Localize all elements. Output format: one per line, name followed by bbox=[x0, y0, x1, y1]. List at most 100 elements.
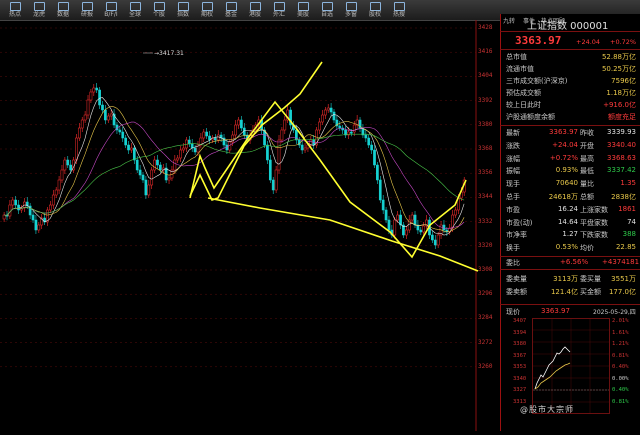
candle-body bbox=[283, 119, 287, 131]
detail-value: +0.72% bbox=[549, 153, 578, 162]
detail-label: 均价 bbox=[580, 244, 594, 253]
index-icon bbox=[105, 2, 117, 11]
toolbar-button-8[interactable]: 期权 bbox=[196, 1, 218, 19]
mini-pct-tick: 0.40% bbox=[612, 364, 629, 370]
candle-body bbox=[413, 214, 417, 226]
summary-label: 较上日此时 bbox=[506, 101, 541, 109]
detail-label: 振幅 bbox=[506, 167, 520, 176]
toolbar-button-3[interactable]: 研报 bbox=[76, 1, 98, 19]
detail-value: 3339.93 bbox=[607, 128, 636, 136]
toolbar-label: 外汇 bbox=[272, 11, 285, 18]
toolbar-button-6[interactable]: 个股 bbox=[148, 1, 170, 19]
price-change: +24.04 bbox=[576, 38, 601, 46]
candle-body bbox=[57, 179, 61, 191]
toolbar-button-16[interactable]: 热搜 bbox=[388, 1, 410, 19]
summary-value: 52.88万亿 bbox=[601, 53, 636, 61]
y-tick-label: 3416 bbox=[478, 48, 493, 56]
toolbar-button-9[interactable]: 基金 bbox=[220, 1, 242, 19]
candle-body bbox=[104, 109, 107, 121]
mini-pct-tick: 0.81% bbox=[612, 398, 629, 405]
price-change-pct: +0.72% bbox=[610, 38, 637, 46]
candle-body bbox=[208, 135, 211, 141]
toolbar-button-1[interactable]: 龙虎 bbox=[28, 1, 50, 19]
mini-pct-tick: 2.01% bbox=[612, 318, 629, 324]
toolbar-button-0[interactable]: 热点 bbox=[4, 1, 26, 19]
mini-y-tick: 3367 bbox=[513, 352, 527, 359]
kline-svg[interactable]: →3417.31 bbox=[0, 20, 500, 431]
candle-body bbox=[118, 129, 122, 133]
toolbar-button-15[interactable]: 股权 bbox=[364, 1, 386, 19]
summary-label: 预估成交额 bbox=[506, 89, 541, 97]
toolbar-label: 热搜 bbox=[392, 11, 405, 18]
candle-body bbox=[326, 107, 330, 111]
detail-label: 委卖量 bbox=[506, 275, 527, 283]
detail-label: 最低 bbox=[580, 167, 594, 176]
toolbar-label: 数据 bbox=[56, 11, 69, 18]
detail-label: 买金额 bbox=[580, 287, 601, 296]
detail-label: 最新 bbox=[506, 129, 520, 137]
candle-body bbox=[14, 199, 18, 206]
candle-body bbox=[51, 194, 55, 206]
candle-body bbox=[300, 144, 304, 151]
y-tick-label: 3272 bbox=[478, 338, 493, 346]
candle-body bbox=[240, 119, 243, 129]
tab-jiuzhuan[interactable]: 九转 bbox=[503, 16, 515, 25]
detail-label: 上涨家数 bbox=[580, 205, 608, 214]
mini-label: 现价 bbox=[506, 308, 520, 316]
detail-value: 24618万 bbox=[548, 193, 578, 201]
candle-body bbox=[49, 204, 52, 211]
candle-body bbox=[274, 169, 278, 191]
candle-body bbox=[213, 137, 217, 141]
mini-y-tick: 3394 bbox=[513, 329, 527, 336]
kline-chart[interactable]: →3417.31 bbox=[0, 20, 500, 431]
mini-pct-tick: 1.21% bbox=[612, 341, 629, 347]
toolbar-button-5[interactable]: 全球 bbox=[124, 1, 146, 19]
toolbar-button-2[interactable]: 数据 bbox=[52, 1, 74, 19]
candle-body bbox=[92, 87, 96, 93]
mini-pct-tick: 0.00% bbox=[612, 375, 629, 382]
candle-body bbox=[98, 89, 101, 106]
candle-body bbox=[75, 137, 78, 161]
candle-body bbox=[373, 149, 376, 166]
weibi-diff: +4374181 bbox=[602, 258, 640, 266]
summary-label: 沪股通额度余额 bbox=[506, 113, 555, 121]
toolbar-label: 研报 bbox=[80, 11, 93, 18]
candle-body bbox=[433, 239, 437, 246]
candle-body bbox=[378, 179, 382, 201]
candle-body bbox=[130, 147, 133, 151]
candle-body bbox=[153, 159, 156, 171]
mini-pct-tick: 0.40% bbox=[612, 387, 629, 393]
windows-icon bbox=[345, 2, 357, 11]
candle-body bbox=[318, 121, 321, 131]
summary-label: 流通市值 bbox=[506, 65, 534, 73]
summary-value: 额度充足 bbox=[608, 113, 636, 121]
detail-value: 2838亿 bbox=[611, 193, 636, 201]
detail-value: 1.27 bbox=[562, 230, 578, 239]
candle-body bbox=[8, 204, 12, 217]
star-icon bbox=[321, 2, 333, 11]
intraday-mini-svg bbox=[533, 319, 609, 413]
candle-body bbox=[454, 209, 457, 216]
candle-body bbox=[280, 129, 284, 141]
toolbar-button-10[interactable]: 港股 bbox=[244, 1, 266, 19]
candle-body bbox=[150, 169, 154, 186]
divider bbox=[500, 269, 640, 270]
detail-value: 1.35 bbox=[620, 179, 636, 188]
toolbar-button-7[interactable]: 指数 bbox=[172, 1, 194, 19]
candle-body bbox=[321, 114, 324, 123]
candle-body bbox=[367, 137, 371, 146]
toolbar-label: 期权 bbox=[200, 11, 213, 18]
detail-value: 1861 bbox=[618, 204, 636, 213]
mini-pct-tick: 0.81% bbox=[612, 352, 629, 359]
candle-body bbox=[63, 159, 67, 171]
toolbar-button-12[interactable]: 美股 bbox=[292, 1, 314, 19]
candle-body bbox=[69, 164, 73, 171]
toolbar-button-4[interactable]: B/F/I bbox=[100, 1, 122, 19]
toolbar-button-13[interactable]: 自选 bbox=[316, 1, 338, 19]
detail-label: 总额 bbox=[580, 193, 594, 201]
toolbar-button-14[interactable]: 多窗 bbox=[340, 1, 362, 19]
candle-body bbox=[141, 174, 145, 181]
intraday-mini-chart[interactable] bbox=[532, 318, 610, 414]
toolbar-button-11[interactable]: 外汇 bbox=[268, 1, 290, 19]
detail-label: 委卖额 bbox=[506, 287, 527, 296]
